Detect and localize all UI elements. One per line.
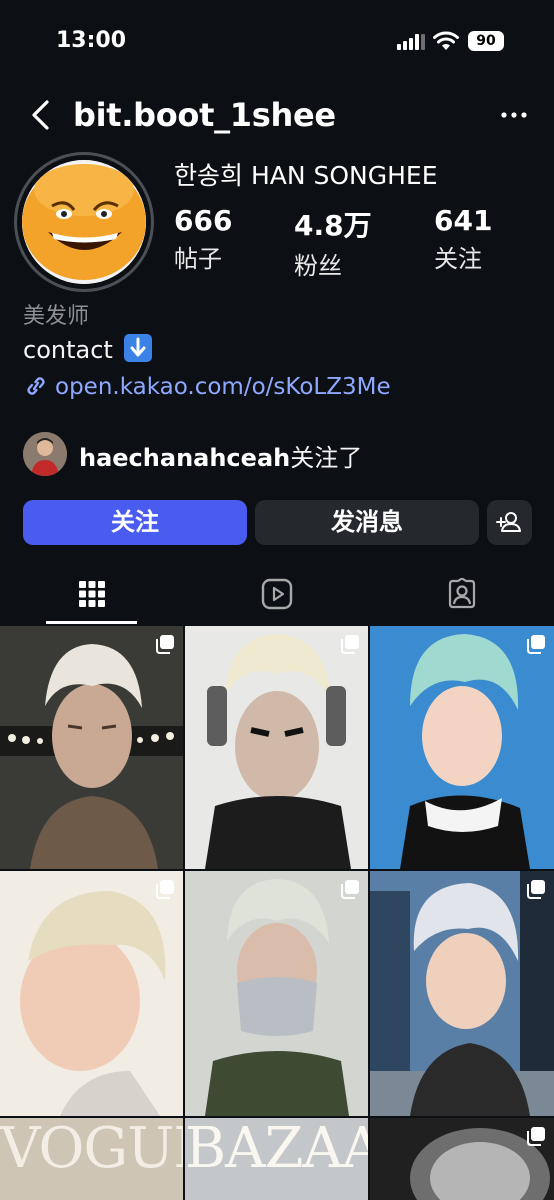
reels-icon bbox=[261, 578, 293, 610]
grid-icon bbox=[79, 581, 105, 607]
followers-count: 4.8万 bbox=[294, 209, 372, 242]
multiple-images-icon bbox=[341, 880, 359, 899]
profile-tabs bbox=[0, 565, 554, 625]
grid-post-1[interactable] bbox=[0, 626, 183, 869]
multiple-images-icon bbox=[156, 635, 174, 654]
status-time: 13:00 bbox=[56, 28, 127, 53]
grid-post-9[interactable] bbox=[370, 1118, 554, 1200]
followed-by-text: haechanahceah关注了 bbox=[79, 438, 362, 473]
add-person-icon bbox=[496, 512, 521, 532]
tab-posts-grid[interactable] bbox=[0, 565, 184, 623]
more-options-icon[interactable] bbox=[498, 100, 530, 130]
link-icon bbox=[27, 377, 45, 395]
following-label: 关注 bbox=[434, 245, 482, 273]
posts-stat[interactable]: 666 帖子 bbox=[174, 204, 232, 274]
following-stat[interactable]: 641 关注 bbox=[434, 204, 492, 274]
followers-stat[interactable]: 4.8万 粉丝 bbox=[294, 204, 372, 281]
posts-grid: VOGUE BAZAAR bbox=[0, 626, 554, 1200]
profile-header: bit.boot_1shee bbox=[0, 90, 554, 140]
grid-post-4[interactable] bbox=[0, 871, 183, 1116]
profile-bio: contact bbox=[23, 334, 153, 364]
magazine-title-bazaar: BAZAAR bbox=[185, 1118, 368, 1181]
wifi-icon bbox=[433, 31, 459, 50]
active-tab-indicator bbox=[46, 621, 137, 624]
bio-text: contact bbox=[23, 336, 113, 364]
grid-post-3[interactable] bbox=[370, 626, 554, 869]
profile-username: bit.boot_1shee bbox=[73, 96, 336, 134]
profile-full-name: 한송희 HAN SONGHEE bbox=[174, 161, 438, 190]
profile-link-text: open.kakao.com/o/sKoLZ3Me bbox=[55, 374, 391, 400]
posts-label: 帖子 bbox=[174, 245, 222, 273]
posts-count: 666 bbox=[174, 204, 233, 237]
tab-reels[interactable] bbox=[185, 565, 369, 623]
tab-tagged[interactable] bbox=[370, 565, 554, 623]
grid-post-2[interactable] bbox=[185, 626, 368, 869]
multiple-images-icon bbox=[156, 880, 174, 899]
suggested-users-button[interactable] bbox=[487, 500, 532, 545]
battery-indicator: 90 bbox=[468, 31, 504, 51]
profile-category: 美发师 bbox=[23, 304, 90, 329]
follower-username: haechanahceah bbox=[79, 444, 291, 472]
followers-label: 粉丝 bbox=[294, 252, 342, 280]
multiple-images-icon bbox=[527, 635, 545, 654]
grid-post-7[interactable]: VOGUE bbox=[0, 1118, 183, 1200]
followed-by-suffix: 关注了 bbox=[290, 444, 363, 472]
cellular-signal-icon bbox=[397, 34, 425, 50]
message-button[interactable]: 发消息 bbox=[255, 500, 479, 545]
status-bar: 13:00 90 bbox=[0, 0, 554, 80]
grid-post-6[interactable] bbox=[370, 871, 554, 1116]
profile-avatar[interactable] bbox=[22, 160, 146, 284]
grid-post-8[interactable]: BAZAAR bbox=[185, 1118, 368, 1200]
follower-avatar bbox=[23, 432, 67, 476]
tagged-icon bbox=[448, 578, 476, 609]
profile-link[interactable]: open.kakao.com/o/sKoLZ3Me bbox=[23, 374, 391, 400]
follow-button[interactable]: 关注 bbox=[23, 500, 247, 545]
grid-post-5[interactable] bbox=[185, 871, 368, 1116]
magazine-title-vogue: VOGUE bbox=[0, 1118, 183, 1181]
multiple-images-icon bbox=[527, 1127, 545, 1146]
back-arrow-icon[interactable] bbox=[28, 98, 52, 132]
multiple-images-icon bbox=[527, 880, 545, 899]
down-arrow-emoji-icon bbox=[124, 334, 153, 362]
following-count: 641 bbox=[434, 204, 493, 237]
multiple-images-icon bbox=[341, 635, 359, 654]
